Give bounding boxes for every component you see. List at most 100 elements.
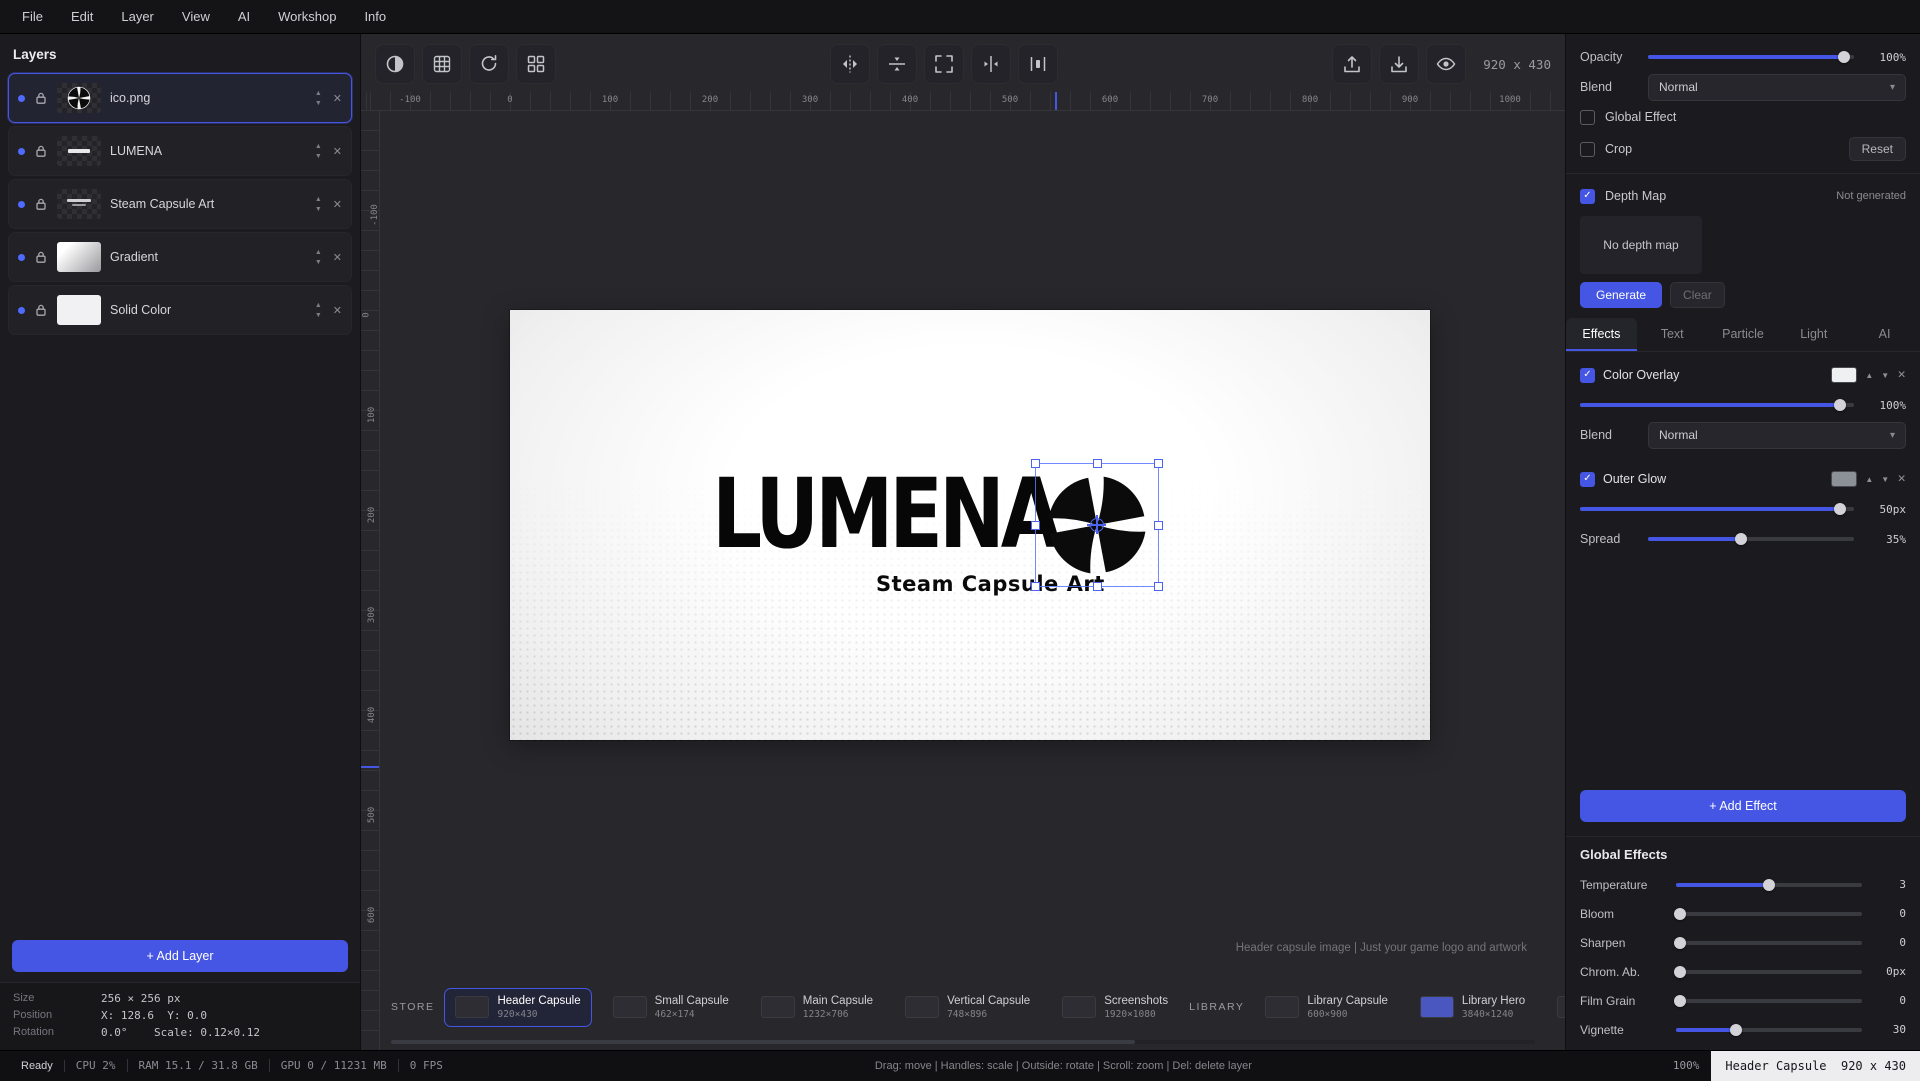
- selection-handle-ne[interactable]: [1154, 459, 1163, 468]
- chromatic-aberration-slider[interactable]: [1676, 965, 1862, 979]
- visibility-toggle[interactable]: [18, 254, 25, 261]
- depth-map-checkbox[interactable]: ✓: [1580, 189, 1595, 204]
- lock-icon[interactable]: [34, 303, 48, 317]
- preview-toggle-button[interactable]: [1426, 44, 1466, 84]
- menu-ai[interactable]: AI: [224, 0, 264, 34]
- mask-tool-button[interactable]: [375, 44, 415, 84]
- add-layer-button[interactable]: + Add Layer: [12, 940, 348, 972]
- selection-handle-sw[interactable]: [1031, 582, 1040, 591]
- outer-glow-spread-slider[interactable]: [1648, 532, 1854, 546]
- menu-edit[interactable]: Edit: [57, 0, 107, 34]
- scrollbar-thumb[interactable]: [391, 1040, 1135, 1044]
- visibility-toggle[interactable]: [18, 95, 25, 102]
- format-library-capsule[interactable]: Library Capsule 600×900: [1254, 988, 1399, 1027]
- lock-icon[interactable]: [34, 91, 48, 105]
- layer-row-ico-png[interactable]: ico.png ▲ ▼ ✕: [8, 73, 352, 123]
- outer-glow-size-slider[interactable]: [1580, 502, 1854, 516]
- delete-layer-icon[interactable]: ✕: [333, 251, 342, 264]
- distribute-horizontal-button[interactable]: [1018, 44, 1058, 84]
- visibility-toggle[interactable]: [18, 201, 25, 208]
- lock-icon[interactable]: [34, 197, 48, 211]
- outer-glow-checkbox[interactable]: ✓: [1580, 472, 1595, 487]
- layer-row-solid-color[interactable]: Solid Color ▲ ▼ ✕: [8, 285, 352, 335]
- align-horizontal-center-button[interactable]: [971, 44, 1011, 84]
- move-layer-up-icon[interactable]: ▲: [315, 196, 322, 203]
- selection-handle-se[interactable]: [1154, 582, 1163, 591]
- remove-effect-icon[interactable]: ✕: [1897, 473, 1906, 485]
- delete-layer-icon[interactable]: ✕: [333, 304, 342, 317]
- layout-tool-button[interactable]: [516, 44, 556, 84]
- remove-effect-icon[interactable]: ✕: [1897, 369, 1906, 381]
- fit-view-button[interactable]: [924, 44, 964, 84]
- selection-handle-e[interactable]: [1154, 521, 1163, 530]
- move-layer-down-icon[interactable]: ▼: [315, 259, 322, 266]
- color-overlay-amount-slider[interactable]: [1580, 398, 1854, 412]
- menu-file[interactable]: File: [8, 0, 57, 34]
- tab-particle[interactable]: Particle: [1708, 318, 1779, 351]
- export-button[interactable]: [1332, 44, 1372, 84]
- delete-layer-icon[interactable]: ✕: [333, 92, 342, 105]
- align-vertical-center-button[interactable]: [877, 44, 917, 84]
- vignette-slider[interactable]: [1676, 1023, 1862, 1037]
- outer-glow-swatch[interactable]: [1831, 471, 1857, 487]
- move-layer-down-icon[interactable]: ▼: [315, 312, 322, 319]
- reset-button[interactable]: Reset: [1849, 137, 1906, 161]
- effect-move-up-icon[interactable]: ▲: [1865, 371, 1873, 380]
- effect-move-down-icon[interactable]: ▼: [1881, 371, 1889, 380]
- layer-row-steam-capsule-art[interactable]: Steam Capsule Art ▲ ▼ ✕: [8, 179, 352, 229]
- format-small-capsule[interactable]: Small Capsule 462×174: [602, 988, 740, 1027]
- format-main-capsule[interactable]: Main Capsule 1232×706: [750, 988, 884, 1027]
- visibility-toggle[interactable]: [18, 148, 25, 155]
- active-format-indicator[interactable]: Header Capsule 920 x 430: [1711, 1051, 1920, 1081]
- selection-handle-w[interactable]: [1031, 521, 1040, 530]
- tab-effects[interactable]: Effects: [1566, 318, 1637, 351]
- tab-ai[interactable]: AI: [1849, 318, 1920, 351]
- lock-icon[interactable]: [34, 250, 48, 264]
- selection-box[interactable]: [1035, 463, 1159, 587]
- menu-workshop[interactable]: Workshop: [264, 0, 350, 34]
- format-screenshots[interactable]: Screenshots 1920×1080: [1051, 988, 1179, 1027]
- format-vertical-capsule[interactable]: Vertical Capsule 748×896: [894, 988, 1041, 1027]
- color-overlay-checkbox[interactable]: ✓: [1580, 368, 1595, 383]
- blend-dropdown[interactable]: Normal ▾: [1648, 74, 1906, 101]
- color-overlay-swatch[interactable]: [1831, 367, 1857, 383]
- flip-horizontal-button[interactable]: [830, 44, 870, 84]
- selection-handle-nw[interactable]: [1031, 459, 1040, 468]
- generate-button[interactable]: Generate: [1580, 282, 1662, 308]
- move-layer-down-icon[interactable]: ▼: [315, 100, 322, 107]
- lock-icon[interactable]: [34, 144, 48, 158]
- selection-handle-s[interactable]: [1093, 582, 1102, 591]
- move-layer-up-icon[interactable]: ▲: [315, 143, 322, 150]
- visibility-toggle[interactable]: [18, 307, 25, 314]
- layer-row-lumena[interactable]: LUMENA ▲ ▼ ✕: [8, 126, 352, 176]
- format-library-hero[interactable]: Library Hero 3840×1240: [1409, 988, 1536, 1027]
- move-layer-down-icon[interactable]: ▼: [315, 153, 322, 160]
- crop-checkbox[interactable]: ✓: [1580, 142, 1595, 157]
- layer-row-gradient[interactable]: Gradient ▲ ▼ ✕: [8, 232, 352, 282]
- menu-info[interactable]: Info: [350, 0, 400, 34]
- format-scrollbar[interactable]: [391, 1040, 1535, 1044]
- bloom-slider[interactable]: [1676, 907, 1862, 921]
- menu-view[interactable]: View: [168, 0, 224, 34]
- selection-center-anchor[interactable]: [1090, 518, 1104, 532]
- effect-move-up-icon[interactable]: ▲: [1865, 475, 1873, 484]
- opacity-slider[interactable]: [1648, 50, 1854, 64]
- film-grain-slider[interactable]: [1676, 994, 1862, 1008]
- import-button[interactable]: [1379, 44, 1419, 84]
- canvas-area[interactable]: 920 x 430 -10001002003004005006007008009…: [361, 34, 1565, 1050]
- move-layer-up-icon[interactable]: ▲: [315, 302, 322, 309]
- add-effect-button[interactable]: + Add Effect: [1580, 790, 1906, 822]
- format-library-logo[interactable]: Library Logo 1280×720: [1546, 988, 1565, 1027]
- tab-text[interactable]: Text: [1637, 318, 1708, 351]
- move-layer-down-icon[interactable]: ▼: [315, 206, 322, 213]
- move-layer-up-icon[interactable]: ▲: [315, 249, 322, 256]
- grid-tool-button[interactable]: [422, 44, 462, 84]
- color-overlay-blend-dropdown[interactable]: Normal ▾: [1648, 422, 1906, 449]
- delete-layer-icon[interactable]: ✕: [333, 145, 342, 158]
- rotate-tool-button[interactable]: [469, 44, 509, 84]
- temperature-slider[interactable]: [1676, 878, 1862, 892]
- format-header-capsule[interactable]: Header Capsule 920×430: [444, 988, 591, 1027]
- clear-button[interactable]: Clear: [1670, 282, 1725, 308]
- delete-layer-icon[interactable]: ✕: [333, 198, 342, 211]
- menu-layer[interactable]: Layer: [107, 0, 168, 34]
